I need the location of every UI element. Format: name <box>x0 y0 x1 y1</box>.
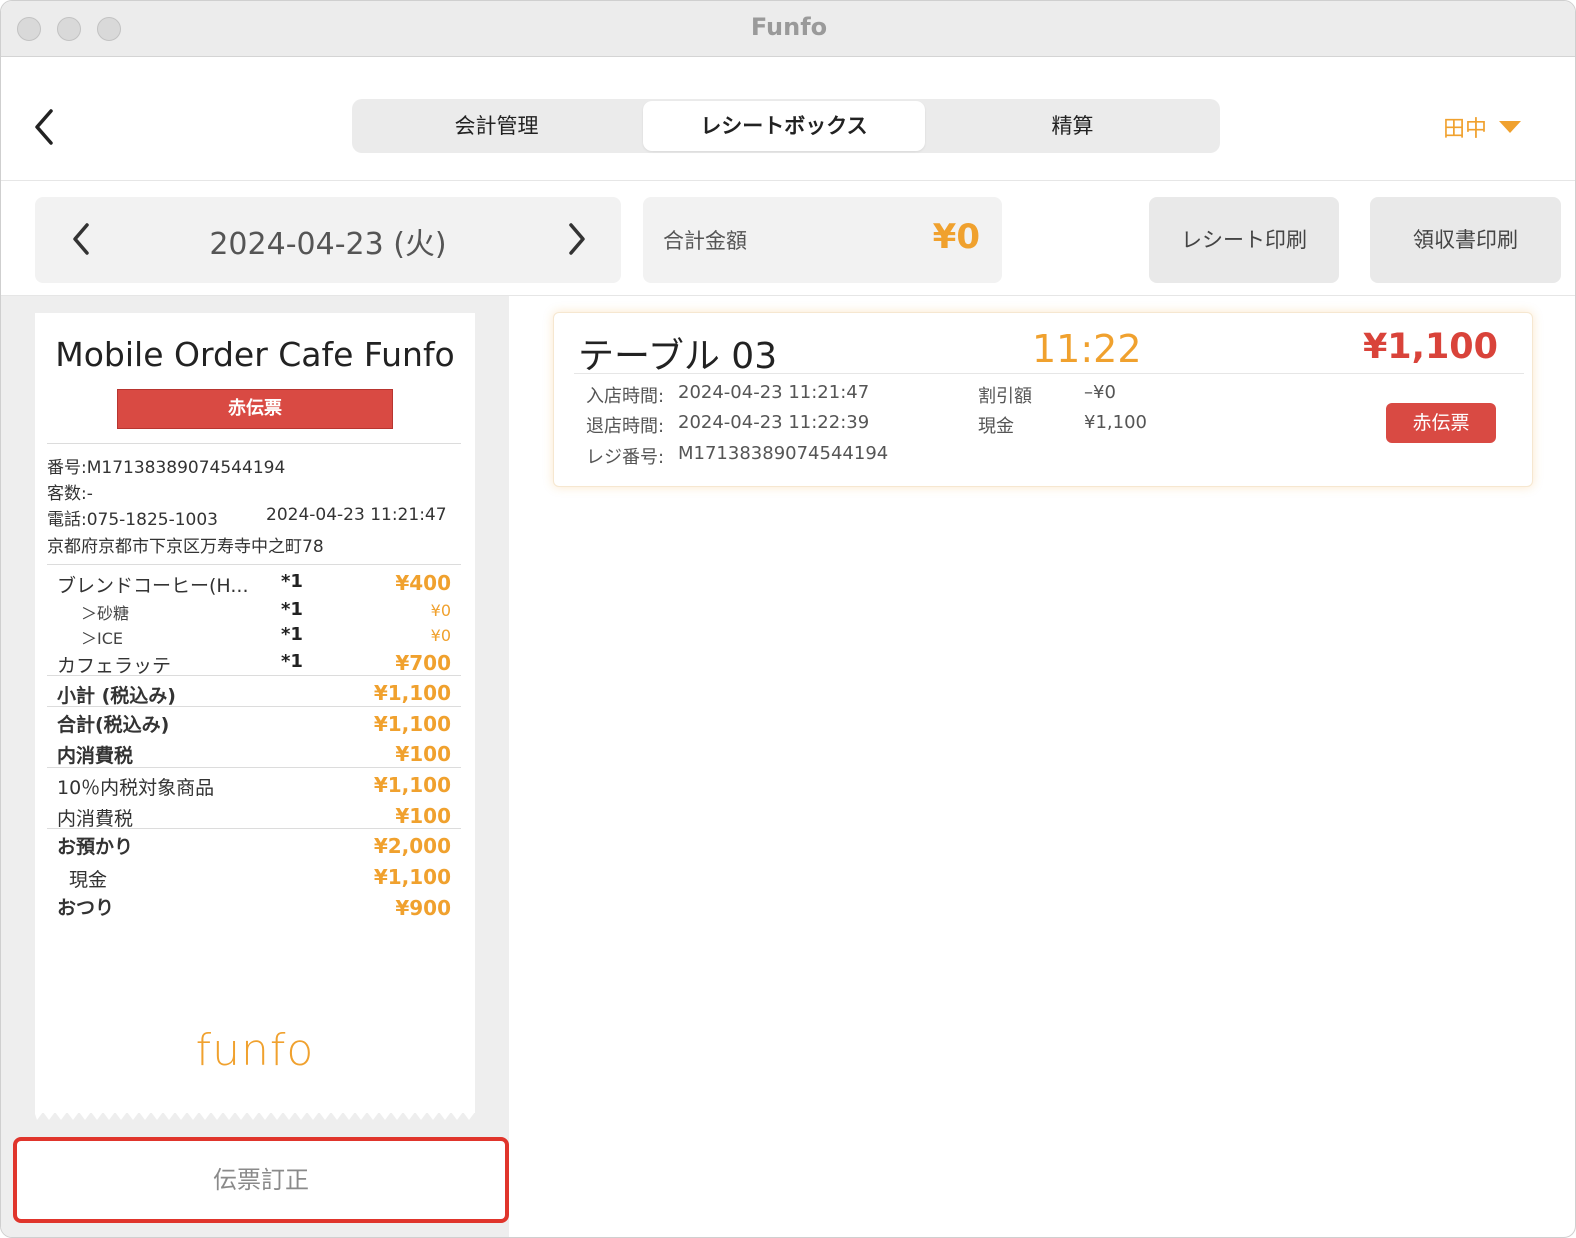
change-value: ¥900 <box>395 896 451 920</box>
window-title: Funfo <box>750 13 828 41</box>
cash-value: ¥1,100 <box>1084 412 1147 433</box>
taxable-items-label: 10％内税対象商品 <box>57 777 215 799</box>
receipt-item-price: ¥700 <box>395 651 451 675</box>
total-amount-box: 合計金額 ¥0 <box>643 197 1002 283</box>
tax2-label: 内消費税 <box>57 808 134 830</box>
divider <box>47 675 461 676</box>
register-number-label: レジ番号: <box>586 447 665 468</box>
current-date: 2024-04-23 (火) <box>209 227 447 262</box>
divider <box>47 443 461 444</box>
tax-label: 内消費税 <box>57 745 134 767</box>
divider <box>47 767 461 768</box>
divider <box>47 706 461 707</box>
store-address: 京都府京都市下京区万寿寺中之町78 <box>47 537 324 557</box>
date-navigator: 2024-04-23 (火) <box>35 197 621 283</box>
checkout-time: 11:22 <box>1032 327 1142 371</box>
receipt-datetime: 2024-04-23 11:21:47 <box>266 505 447 525</box>
deposit-label: お預かり <box>57 836 134 858</box>
red-slip-badge[interactable]: 赤伝票 <box>1386 403 1496 443</box>
next-day-icon[interactable] <box>557 217 597 261</box>
table-name: テーブル 03 <box>578 336 778 377</box>
user-selector[interactable]: 田中 <box>1443 111 1522 142</box>
funfo-logo: funfo <box>195 1025 315 1076</box>
receipt-card[interactable]: テーブル 03 11:22 ¥1,100 入店時間: 2024-04-23 11… <box>553 312 1533 487</box>
receipt-option-qty: *1 <box>281 624 303 645</box>
title-bar: Funfo <box>1 1 1575 57</box>
register-number-value: M17138389074544194 <box>678 443 889 464</box>
receipt-torn-edge <box>35 1106 475 1120</box>
discount-value: –¥0 <box>1084 382 1116 403</box>
entry-time-label: 入店時間: <box>586 386 665 407</box>
receipt-item-price: ¥400 <box>395 571 451 595</box>
receipt-item-qty: *1 <box>281 651 303 672</box>
receipt-option-price: ¥0 <box>430 626 451 645</box>
cash-label: 現金 <box>978 416 1014 437</box>
tab-receipt-box[interactable]: レシートボックス <box>643 101 925 151</box>
subtotal-value: ¥1,100 <box>373 681 451 705</box>
cash-label: 現金 <box>69 869 108 891</box>
total-label: 合計(税込み) <box>57 714 170 736</box>
receipt-option-qty: *1 <box>281 599 303 620</box>
divider <box>47 828 461 829</box>
discount-label: 割引額 <box>978 386 1032 407</box>
red-slip-badge: 赤伝票 <box>117 389 393 429</box>
subtotal-label: 小計 (税込み) <box>57 685 176 707</box>
tax2-value: ¥100 <box>395 804 451 828</box>
tab-settlement[interactable]: 精算 <box>927 99 1218 153</box>
app-window: Funfo 会計管理 レシートボックス 精算 田中 2024-04-23 (火)… <box>0 0 1576 1238</box>
receipt-option-price: ¥0 <box>430 601 451 620</box>
cash-value: ¥1,100 <box>373 865 451 889</box>
total-amount-label: 合計金額 <box>663 229 747 253</box>
guest-count: 客数:- <box>47 484 93 504</box>
entry-time-value: 2024-04-23 11:21:47 <box>678 382 870 403</box>
card-amount: ¥1,100 <box>1362 327 1498 367</box>
total-amount-value: ¥0 <box>932 217 980 257</box>
deposit-value: ¥2,000 <box>373 834 451 858</box>
receipt-item-name: カフェラッテ <box>57 655 172 677</box>
receipt-print-button[interactable]: レシート印刷 <box>1149 197 1339 283</box>
slip-correction-button[interactable]: 伝票訂正 <box>13 1137 509 1223</box>
change-label: おつり <box>57 897 115 919</box>
receipt-option-name: ＞砂糖 <box>81 604 130 623</box>
back-arrow-icon[interactable] <box>27 105 63 149</box>
divider <box>574 373 1524 374</box>
receipt-number: 番号:M17138389074544194 <box>47 458 286 478</box>
taxable-items-value: ¥1,100 <box>373 773 451 797</box>
exit-time-label: 退店時間: <box>586 416 665 437</box>
tax-value: ¥100 <box>395 742 451 766</box>
user-name: 田中 <box>1443 117 1488 142</box>
receipt-item-name: ブレンドコーヒー(H... <box>57 575 249 597</box>
receipt-preview: Mobile Order Cafe Funfo 赤伝票 番号:M17138389… <box>35 313 475 1113</box>
store-name: Mobile Order Cafe Funfo <box>55 335 455 374</box>
total-value: ¥1,100 <box>373 712 451 736</box>
tab-accounting[interactable]: 会計管理 <box>352 99 641 153</box>
divider <box>47 564 461 565</box>
receipt-item-qty: *1 <box>281 571 303 592</box>
receipt-preview-pane: Mobile Order Cafe Funfo 赤伝票 番号:M17138389… <box>1 296 509 1237</box>
main-tab-bar: 会計管理 レシートボックス 精算 <box>352 99 1220 153</box>
exit-time-value: 2024-04-23 11:22:39 <box>678 412 870 433</box>
invoice-print-button[interactable]: 領収書印刷 <box>1370 197 1561 283</box>
receipt-option-name: ＞ICE <box>81 629 124 648</box>
divider <box>1 180 1575 181</box>
store-phone: 電話:075-1825-1003 <box>47 510 218 530</box>
caret-down-icon <box>1499 121 1522 133</box>
